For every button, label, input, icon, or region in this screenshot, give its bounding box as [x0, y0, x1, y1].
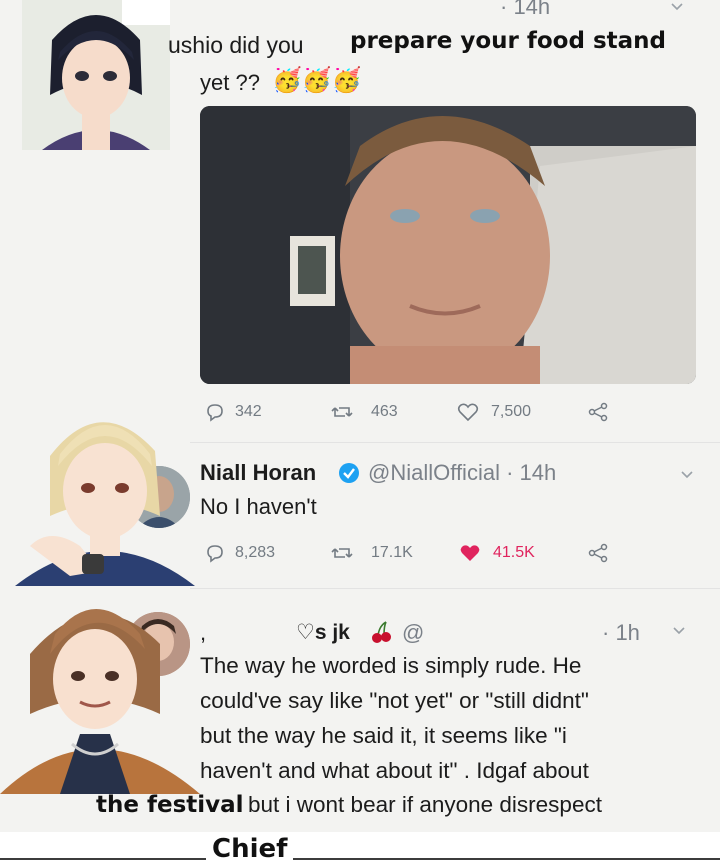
footer-bar: [0, 832, 720, 867]
cherry-icon: [370, 620, 392, 649]
tweet2-handle[interactable]: @NiallOfficial · 14h: [368, 460, 556, 486]
tweet3-time: · 1h: [602, 620, 640, 645]
footer-caption: Chief: [206, 834, 294, 864]
time-label: · 14h: [500, 0, 551, 19]
like-count: 41.5K: [493, 544, 535, 561]
tweet1-actions: 342 463 7,500: [205, 400, 645, 426]
retweet-icon[interactable]: [331, 543, 353, 568]
verified-icon: [338, 462, 360, 489]
tweet1-media-image[interactable]: [200, 106, 696, 384]
tweet3-line: but i wont bear if anyone disrespect: [248, 792, 602, 817]
reply-count: 342: [235, 403, 262, 420]
retweet-count: 17.1K: [371, 544, 413, 561]
chevron-down-icon[interactable]: [670, 0, 684, 14]
share-icon[interactable]: [588, 402, 608, 427]
reply-icon[interactable]: [205, 402, 225, 427]
tweet3-comma: ,: [200, 620, 207, 645]
tweet1-text-line2: yet ??: [200, 70, 260, 95]
footer-line: [0, 858, 720, 860]
tweet3-overlay-prefix: the festival: [96, 792, 244, 818]
heart-icon[interactable]: [459, 543, 481, 568]
blonde-character-overlay: [10, 396, 200, 586]
like-count: 7,500: [491, 403, 532, 420]
chevron-down-icon[interactable]: [672, 624, 686, 643]
brown-character-overlay: [0, 584, 200, 794]
tweet3-handle[interactable]: @: [402, 620, 424, 646]
retweet-icon[interactable]: [331, 402, 353, 427]
tweet1-text-overlay: prepare your food stand: [350, 28, 666, 54]
ushio-avatar: [22, 0, 170, 150]
tweet3-line: could've say like "not yet" or "still di…: [200, 688, 589, 713]
chevron-down-icon[interactable]: [680, 468, 694, 487]
heart-icon[interactable]: [457, 402, 479, 427]
reply-icon[interactable]: [205, 543, 225, 568]
tweet2-name[interactable]: Niall Horan: [200, 460, 316, 486]
reply-count: 8,283: [235, 544, 276, 561]
divider: [190, 588, 720, 589]
retweet-count: 463: [371, 403, 398, 420]
tweet1-text-prefix: ushio did you: [168, 32, 304, 58]
tweet2-text: No I haven't: [200, 494, 317, 519]
divider: [190, 442, 720, 443]
tweet3-name[interactable]: ♡s jk: [296, 620, 350, 646]
tweet3-line: The way he worded is simply rude. He: [200, 653, 582, 678]
top-crop-header: · 14h: [200, 0, 720, 22]
tweet3-line: haven't and what about it" . Idgaf about: [200, 758, 589, 783]
party-emoji: 🥳🥳🥳: [272, 67, 362, 94]
tweet3-line: but the way he said it, it seems like "i: [200, 723, 567, 748]
tweet2-actions: 8,283 17.1K 41.5K: [205, 541, 645, 567]
share-icon[interactable]: [588, 543, 608, 568]
